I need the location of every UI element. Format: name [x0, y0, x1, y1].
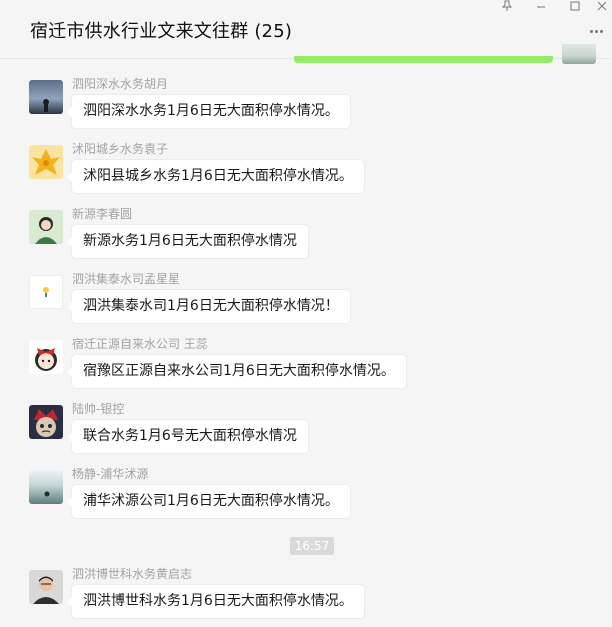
sender-name: 杨静-浦华沭源 — [72, 467, 149, 481]
pin-icon[interactable] — [497, 0, 517, 14]
message-item: 陆帅-银控 联合水务1月6号无大面积停水情况 — [0, 400, 612, 460]
message-bubble[interactable]: 泗阳深水水务1月6日无大面积停水情况。 — [67, 95, 350, 128]
message-bubble[interactable]: 沭阳县城乡水务1月6日无大面积停水情况。 — [67, 160, 364, 193]
sender-name: 泗洪博世科水务黄启志 — [72, 567, 193, 581]
maximize-icon[interactable] — [565, 0, 585, 14]
avatar[interactable] — [29, 275, 63, 309]
message-item: 泗阳深水水务胡月 泗阳深水水务1月6日无大面积停水情况。 — [0, 75, 612, 135]
avatar[interactable] — [29, 570, 63, 604]
avatar[interactable] — [29, 340, 63, 374]
sender-name: 泗洪集泰水司孟星星 — [72, 272, 181, 286]
sender-name: 新源李春圆 — [72, 207, 133, 221]
avatar[interactable] — [29, 80, 63, 114]
message-item: 杨静-浦华沭源 浦华沭源公司1月6日无大面积停水情况。 — [0, 465, 612, 525]
outgoing-message-bubble[interactable] — [294, 56, 553, 63]
sender-name: 宿迁正源自来水公司 王蕊 — [72, 337, 208, 351]
avatar[interactable] — [29, 405, 63, 439]
message-item: 新源李春圆 新源水务1月6日无大面积停水情况 — [0, 205, 612, 265]
time-separator: 16:57 — [290, 537, 334, 555]
message-bubble[interactable]: 联合水务1月6号无大面积停水情况 — [67, 420, 308, 453]
sender-name: 陆帅-银控 — [72, 402, 125, 416]
minimize-icon[interactable] — [531, 0, 551, 14]
sender-name: 沭阳城乡水务袁子 — [72, 142, 169, 156]
message-item: 泗洪集泰水司孟星星 泗洪集泰水司1月6日无大面积停水情况！ — [0, 270, 612, 330]
message-bubble[interactable]: 浦华沭源公司1月6日无大面积停水情况。 — [67, 485, 350, 518]
message-bubble[interactable]: 泗洪集泰水司1月6日无大面积停水情况！ — [67, 290, 350, 323]
sender-name: 泗阳深水水务胡月 — [72, 77, 169, 91]
avatar[interactable] — [29, 210, 63, 244]
own-avatar[interactable] — [562, 44, 596, 64]
title-bar: 宿迁市供水行业文来文往群 (25) — [0, 0, 612, 59]
message-bubble[interactable]: 宿豫区正源自来水公司1月6日无大面积停水情况。 — [67, 355, 406, 388]
message-item: 泗洪博世科水务黄启志 泗洪博世科水务1月6日无大面积停水情况。 — [0, 565, 612, 625]
close-icon[interactable] — [592, 0, 612, 14]
chat-title: 宿迁市供水行业文来文往群 (25) — [30, 21, 293, 42]
message-bubble[interactable]: 新源水务1月6日无大面积停水情况 — [67, 225, 308, 258]
more-dots-icon[interactable] — [590, 30, 608, 36]
avatar[interactable] — [29, 470, 63, 504]
message-bubble[interactable]: 泗洪博世科水务1月6日无大面积停水情况。 — [67, 585, 364, 618]
message-item: 沭阳城乡水务袁子 沭阳县城乡水务1月6日无大面积停水情况。 — [0, 140, 612, 200]
avatar[interactable] — [29, 145, 63, 179]
message-item: 宿迁正源自来水公司 王蕊 宿豫区正源自来水公司1月6日无大面积停水情况。 — [0, 335, 612, 395]
